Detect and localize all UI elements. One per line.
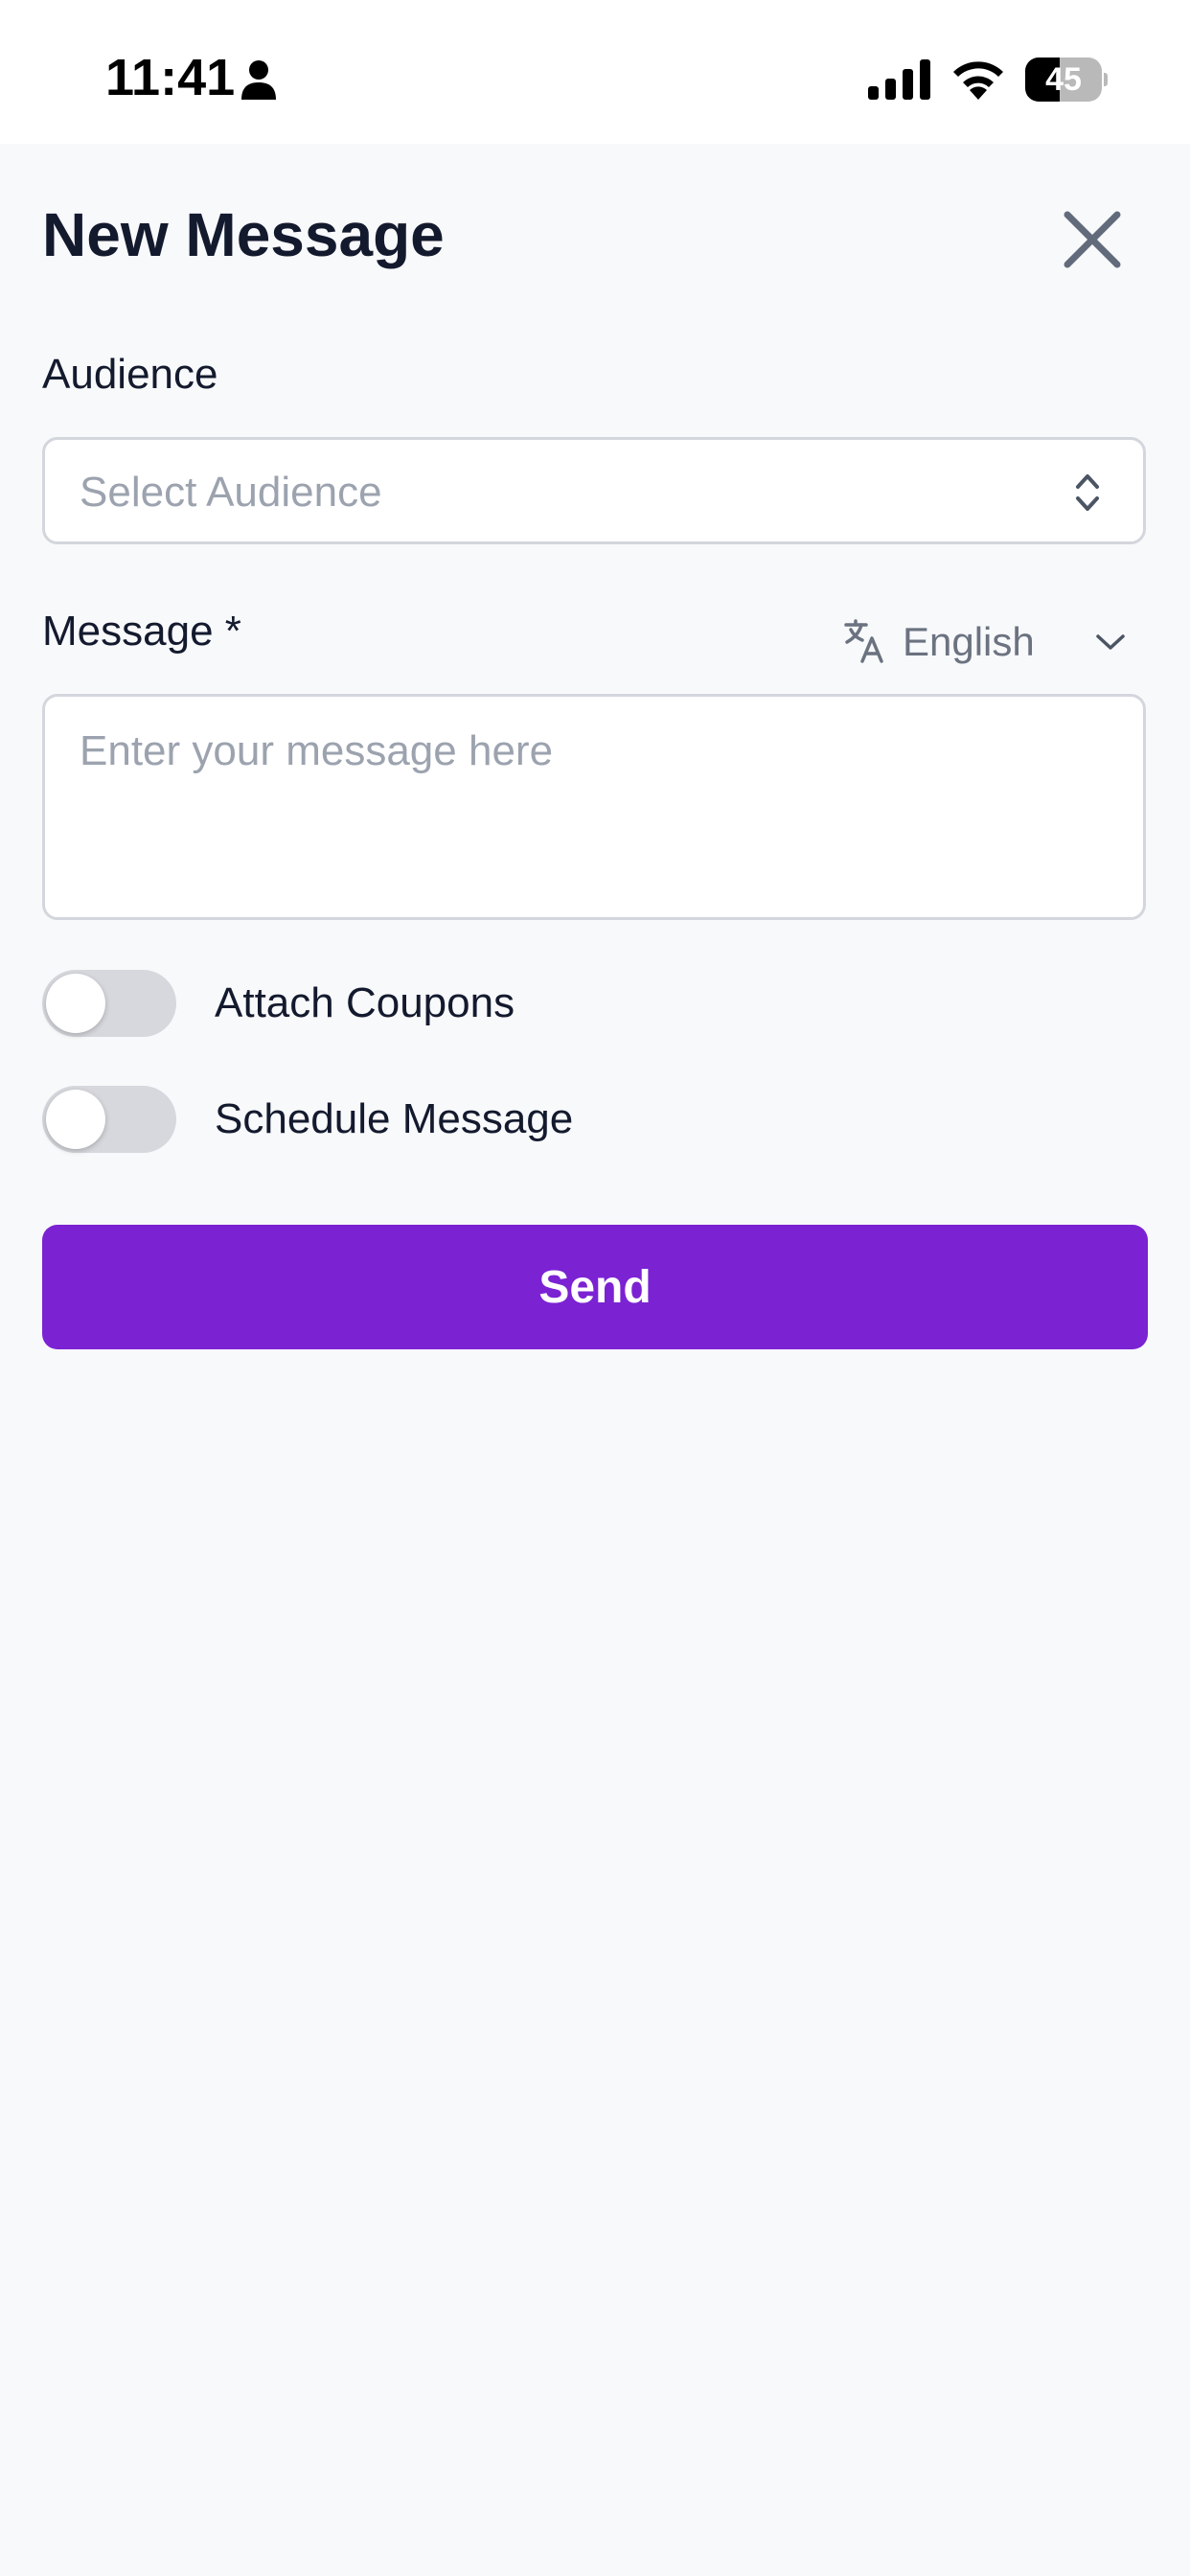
status-time: 11:41	[105, 49, 236, 106]
audience-placeholder: Select Audience	[80, 469, 382, 516]
language-select[interactable]: English	[843, 613, 1150, 671]
language-label: English	[903, 619, 1035, 664]
close-icon[interactable]	[1054, 201, 1131, 278]
wifi-icon	[953, 61, 1003, 100]
updown-chevron-icon	[1076, 474, 1099, 511]
page-title: New Message	[42, 200, 445, 269]
attach-coupons-label: Attach Coupons	[215, 979, 515, 1026]
message-label: Message *	[42, 608, 241, 655]
battery-level: 45	[1045, 61, 1082, 98]
signal-icon	[868, 59, 930, 100]
translate-icon	[844, 619, 883, 663]
battery-icon: 45	[1025, 58, 1108, 102]
status-bar: 11:41 45	[0, 0, 1190, 144]
send-button[interactable]: Send	[42, 1225, 1148, 1349]
attach-coupons-toggle[interactable]	[42, 970, 176, 1037]
schedule-message-label: Schedule Message	[215, 1095, 574, 1142]
message-textarea[interactable]: Enter your message here	[42, 694, 1146, 920]
message-placeholder: Enter your message here	[80, 727, 554, 774]
toggle-knob	[46, 974, 105, 1033]
audience-select[interactable]: Select Audience	[42, 437, 1146, 544]
toggle-knob	[46, 1090, 105, 1149]
audience-label: Audience	[42, 351, 218, 398]
person-icon	[241, 60, 276, 100]
chevron-down-icon	[1096, 634, 1125, 650]
schedule-message-toggle[interactable]	[42, 1086, 176, 1153]
